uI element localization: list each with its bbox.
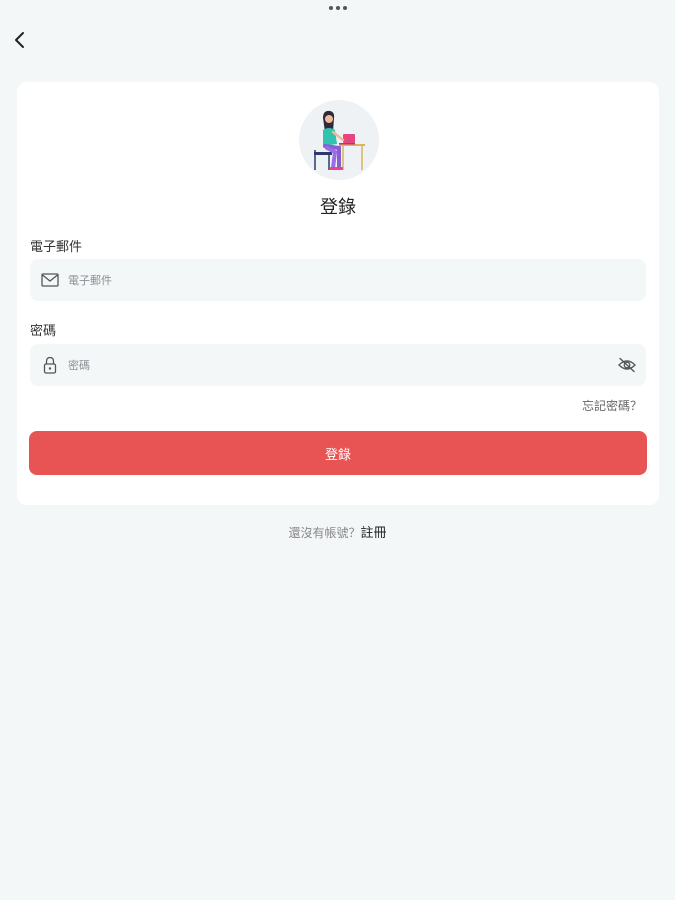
eye-off-icon[interactable] (616, 354, 638, 376)
password-field-container[interactable] (30, 344, 646, 386)
lock-icon (40, 355, 60, 375)
email-label: 電子郵件 (30, 240, 83, 255)
back-button[interactable] (8, 28, 32, 52)
login-card: 登錄 電子郵件 密碼 忘記密碼？ 登錄 (17, 82, 659, 505)
multitask-dots[interactable] (329, 6, 347, 10)
status-bar (0, 0, 675, 18)
register-link[interactable]: 註冊 (361, 526, 387, 541)
password-label: 密碼 (30, 324, 57, 339)
person-at-desk-illustration (314, 110, 365, 170)
email-field[interactable] (68, 259, 608, 301)
chevron-left-icon (15, 32, 24, 48)
register-prompt: 還沒有帳號？ (288, 526, 361, 540)
password-field[interactable] (68, 344, 608, 386)
login-button[interactable]: 登錄 (29, 431, 647, 475)
page-title: 登錄 (320, 197, 356, 218)
mail-icon (40, 270, 60, 290)
email-field-container[interactable] (30, 259, 646, 301)
avatar (299, 100, 379, 180)
forgot-password-link[interactable]: 忘記密碼？ (582, 397, 642, 414)
register-row: 還沒有帳號？註冊 (0, 522, 675, 541)
